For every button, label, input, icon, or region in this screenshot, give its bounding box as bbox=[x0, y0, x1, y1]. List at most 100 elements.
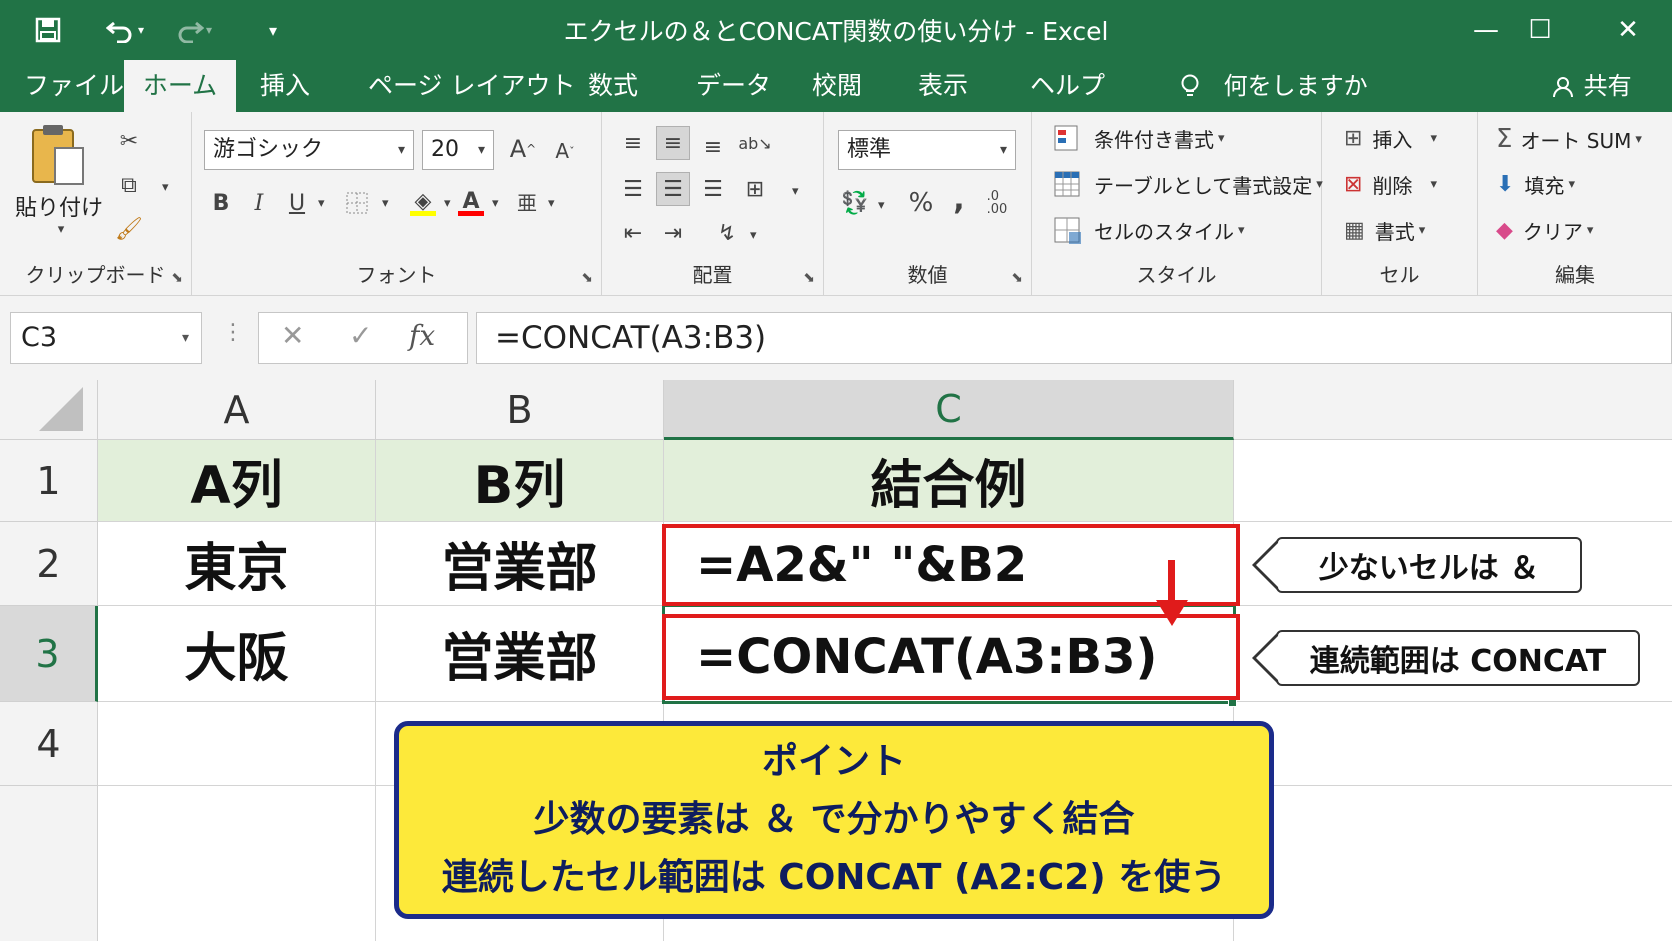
comma-button[interactable]: , bbox=[942, 182, 976, 217]
format-painter-icon[interactable]: 🖌 bbox=[112, 212, 146, 246]
decimal-icon[interactable]: .0.00 bbox=[980, 186, 1014, 220]
orientation-icon[interactable]: ab↘ bbox=[738, 126, 772, 160]
column-header-a[interactable]: A bbox=[98, 380, 376, 440]
shrink-font-icon[interactable]: Aˇ bbox=[548, 134, 582, 168]
tell-me-search[interactable]: 何をしますか bbox=[1180, 60, 1368, 112]
wrap-text-icon[interactable]: ↯ bbox=[710, 216, 744, 250]
underline-button[interactable]: U bbox=[280, 186, 314, 220]
increase-indent-icon[interactable]: ⇥ bbox=[656, 216, 690, 250]
row-header-4[interactable]: 4 bbox=[0, 702, 98, 786]
tab-insert[interactable]: 挿入 bbox=[248, 60, 322, 112]
font-name-select[interactable]: 游ゴシック ▾ bbox=[204, 130, 414, 170]
tab-home[interactable]: ホーム bbox=[124, 60, 236, 112]
dialog-launcher-icon[interactable]: ⬊ bbox=[803, 270, 815, 286]
autosum-button[interactable]: Σ オート SUM ▾ bbox=[1496, 124, 1642, 154]
select-all-corner[interactable] bbox=[0, 380, 98, 440]
grow-font-icon[interactable]: A ^ bbox=[506, 132, 540, 166]
insert-function-button[interactable]: fx bbox=[409, 319, 435, 352]
cell-d4[interactable] bbox=[1234, 702, 1672, 786]
align-middle-icon[interactable]: ≡ bbox=[656, 126, 690, 160]
maximize-icon[interactable]: ☐ bbox=[1510, 8, 1570, 52]
share-button[interactable]: 共有 bbox=[1552, 60, 1632, 112]
cell-a2[interactable]: 東京 bbox=[98, 522, 376, 606]
column-header-b[interactable]: B bbox=[376, 380, 664, 440]
name-box[interactable]: C3 ▾ bbox=[10, 312, 202, 364]
fill-button[interactable]: ⬇ 填充 ▾ bbox=[1496, 170, 1575, 199]
percent-button[interactable]: % bbox=[904, 186, 938, 220]
clear-button[interactable]: ◆ クリア ▾ bbox=[1496, 216, 1593, 245]
tab-data[interactable]: データ bbox=[684, 60, 783, 112]
cell-a5[interactable] bbox=[98, 786, 376, 941]
person-icon bbox=[1552, 72, 1584, 100]
format-cells-button[interactable]: ▦ 書式 ▾ bbox=[1344, 216, 1425, 245]
copy-icon[interactable]: ⧉ bbox=[112, 168, 146, 202]
clipboard-icon bbox=[32, 125, 84, 185]
cell-styles-icon bbox=[1054, 217, 1084, 245]
dialog-launcher-icon[interactable]: ⬊ bbox=[581, 270, 593, 286]
cells-group: ⊞ 挿入 ▾ ⊠ 削除 ▾ ▦ 書式 ▾ セル bbox=[1322, 112, 1478, 296]
resize-handle-icon[interactable]: ⋮ bbox=[222, 320, 244, 345]
tab-file[interactable]: ファイル bbox=[12, 60, 136, 112]
phonetic-icon[interactable]: 亜 bbox=[510, 184, 544, 218]
cell-a1[interactable]: A列 bbox=[98, 440, 376, 522]
window-title: エクセルの＆とCONCAT関数の使い分け - Excel bbox=[563, 17, 1109, 46]
dialog-launcher-icon[interactable]: ⬊ bbox=[171, 270, 183, 286]
fill-color-icon[interactable]: ◈ bbox=[406, 184, 440, 218]
row-header-2[interactable]: 2 bbox=[0, 522, 98, 606]
lightbulb-icon bbox=[1180, 72, 1208, 100]
format-as-table-button[interactable]: テーブルとして書式設定 ▾ bbox=[1054, 170, 1323, 199]
number-format-select[interactable]: 標準 ▾ bbox=[838, 130, 1016, 170]
format-cells-icon: ▦ bbox=[1344, 218, 1365, 243]
cell-styles-button[interactable]: セルのスタイル ▾ bbox=[1054, 216, 1245, 245]
row-header-3[interactable]: 3 bbox=[0, 606, 98, 702]
cell-b2[interactable]: 営業部 bbox=[376, 522, 664, 606]
align-right-icon[interactable]: ☰ bbox=[696, 172, 730, 206]
align-top-icon[interactable]: ≡ bbox=[616, 126, 650, 160]
delete-cells-button[interactable]: ⊠ 削除 ▾ bbox=[1344, 170, 1437, 199]
italic-button[interactable]: I bbox=[242, 186, 276, 220]
share-label: 共有 bbox=[1583, 72, 1632, 100]
close-icon[interactable]: ✕ bbox=[1598, 8, 1658, 52]
cell-d1[interactable] bbox=[1234, 440, 1672, 522]
dialog-launcher-icon[interactable]: ⬊ bbox=[1011, 270, 1023, 286]
formula-input[interactable]: =CONCAT(A3:B3) bbox=[476, 312, 1672, 364]
cut-icon[interactable]: ✂ bbox=[112, 124, 146, 158]
cells-group-label: セル bbox=[1379, 263, 1420, 287]
cell-a4[interactable] bbox=[98, 702, 376, 786]
font-group-label: フォント bbox=[356, 263, 437, 287]
number-group: 標準 ▾ 💱 ▾ % , .0.00 数値 ⬊ bbox=[824, 112, 1032, 296]
tab-help[interactable]: ヘルプ bbox=[1018, 60, 1117, 112]
decrease-indent-icon[interactable]: ⇤ bbox=[616, 216, 650, 250]
row-header-1[interactable]: 1 bbox=[0, 440, 98, 522]
alignment-group: ≡ ≡ ≡ ab↘ ☰ ☰ ☰ ⊞ ▾ ⇤ ⇥ ↯ ▾ 配置 ⬊ bbox=[602, 112, 824, 296]
minimize-icon[interactable]: — bbox=[1456, 8, 1516, 52]
tab-formulas[interactable]: 数式 bbox=[576, 60, 650, 112]
currency-icon[interactable]: 💱 bbox=[838, 186, 872, 220]
cell-a3[interactable]: 大阪 bbox=[98, 606, 376, 702]
tab-view[interactable]: 表示 bbox=[906, 60, 980, 112]
conditional-formatting-button[interactable]: 条件付き書式 ▾ bbox=[1054, 124, 1225, 153]
eraser-icon: ◆ bbox=[1496, 218, 1513, 243]
merge-center-icon[interactable]: ⊞ bbox=[738, 172, 772, 206]
enter-icon[interactable]: ✓ bbox=[349, 319, 372, 352]
align-center-icon[interactable]: ☰ bbox=[656, 172, 690, 206]
column-header-c[interactable]: C bbox=[664, 380, 1234, 440]
cell-c1[interactable]: 結合例 bbox=[664, 440, 1234, 522]
insert-cells-button[interactable]: ⊞ 挿入 ▾ bbox=[1344, 124, 1437, 153]
paste-button[interactable]: 貼り付け ▾ bbox=[14, 122, 104, 237]
borders-icon[interactable] bbox=[340, 186, 374, 220]
font-size-select[interactable]: 20 ▾ bbox=[422, 130, 494, 170]
point-line-2: 連続したセル範囲は CONCAT (A2:C2) を使う bbox=[441, 857, 1227, 898]
conditional-formatting-icon bbox=[1054, 125, 1084, 153]
align-left-icon[interactable]: ☰ bbox=[616, 172, 650, 206]
ribbon-tabs: ファイル ホーム 挿入 ページ レイアウト 数式 データ 校閲 表示 ヘルプ 何… bbox=[0, 60, 1672, 112]
tab-review[interactable]: 校閲 bbox=[800, 60, 874, 112]
font-group: 游ゴシック ▾ 20 ▾ A ^ Aˇ B I U ▾ ▾ ◈ ▾ A ▾ 亜 ▾ フ… bbox=[192, 112, 602, 296]
font-color-icon[interactable]: A bbox=[454, 184, 488, 218]
cell-b3[interactable]: 営業部 bbox=[376, 606, 664, 702]
tab-page-layout[interactable]: ページ レイアウト bbox=[356, 60, 587, 112]
cancel-icon[interactable]: ✕ bbox=[281, 319, 304, 352]
cell-b1[interactable]: B列 bbox=[376, 440, 664, 522]
align-bottom-icon[interactable]: ≡ bbox=[696, 130, 730, 164]
bold-button[interactable]: B bbox=[204, 186, 238, 220]
